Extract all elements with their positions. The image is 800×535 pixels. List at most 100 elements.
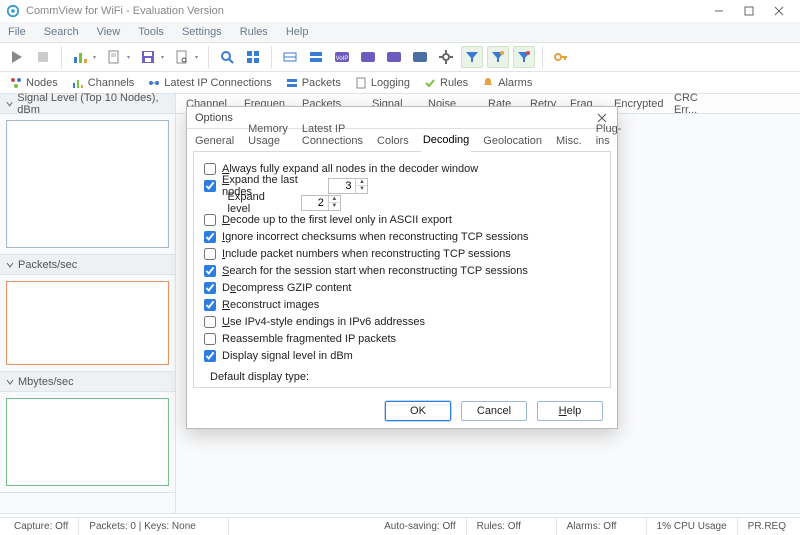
bars-icon[interactable]: [69, 46, 91, 68]
toolbar: ▾ ▾ ▾ ▾ VoIP: [0, 42, 800, 72]
filter3-icon[interactable]: [513, 46, 535, 68]
menu-bar: File Search View Tools Settings Rules He…: [0, 22, 800, 42]
status-alarms: Alarms: Off: [557, 518, 647, 535]
help-button[interactable]: Help: [537, 401, 603, 421]
spinner-down-icon[interactable]: ▼: [329, 203, 340, 210]
dialog-body: Always fully expand all nodes in the dec…: [193, 151, 611, 388]
dlg-tab-misc[interactable]: Misc.: [554, 132, 584, 151]
grid-icon[interactable]: [242, 46, 264, 68]
magnifier-icon[interactable]: [216, 46, 238, 68]
connections-icon: [148, 77, 160, 89]
options-dialog: Options General Memory Usage Latest IP C…: [186, 106, 618, 429]
close-button[interactable]: [764, 1, 794, 21]
lbl-search-session-start: Search for the session start when recons…: [222, 265, 528, 277]
tab-alarms[interactable]: Alarms: [476, 75, 538, 91]
chk-ignore-checksums[interactable]: [204, 231, 216, 243]
packets-icon[interactable]: [305, 46, 327, 68]
status-bar: Capture: Off Packets: 0 | Keys: None Aut…: [0, 517, 800, 535]
status-packets: Packets: 0 | Keys: None: [79, 518, 229, 535]
play-icon[interactable]: [6, 46, 28, 68]
chk-search-session-start[interactable]: [204, 265, 216, 277]
panel-mbytes-header[interactable]: Mbytes/sec: [0, 372, 175, 392]
menu-search[interactable]: Search: [44, 26, 79, 38]
chevron-down-icon: [6, 378, 14, 386]
menu-help[interactable]: Help: [286, 26, 309, 38]
lbl-ignore-checksums: Ignore incorrect checksums when reconstr…: [222, 231, 529, 243]
spinner-up-icon[interactable]: ▲: [329, 196, 340, 204]
voip-badge-icon[interactable]: VoIP: [331, 46, 353, 68]
chk-reassemble-ip[interactable]: [204, 333, 216, 345]
cancel-button[interactable]: Cancel: [461, 401, 527, 421]
tab-channels[interactable]: Channels: [66, 75, 140, 91]
spinner-down-icon[interactable]: ▼: [356, 186, 367, 193]
chk-reconstruct-images[interactable]: [204, 299, 216, 311]
maximize-button[interactable]: [734, 1, 764, 21]
reconstruct-icon[interactable]: [279, 46, 301, 68]
dlg-tab-latestip[interactable]: Latest IP Connections: [300, 120, 365, 151]
spinner-up-icon[interactable]: ▲: [356, 179, 367, 187]
filter2-icon[interactable]: [487, 46, 509, 68]
lbl-expand-level: Expand level: [228, 191, 289, 215]
lbl-decompress-gzip: Decompress GZIP content: [222, 282, 351, 294]
window-title: CommView for WiFi - Evaluation Version: [26, 5, 704, 17]
key-icon[interactable]: [550, 46, 572, 68]
chk-decompress-gzip[interactable]: [204, 282, 216, 294]
packets-chart: [6, 281, 169, 365]
tab-rules[interactable]: Rules: [418, 75, 474, 91]
mac-badge-icon[interactable]: [383, 46, 405, 68]
panel-packets-header[interactable]: Packets/sec: [0, 255, 175, 275]
dlg-tab-general[interactable]: General: [193, 132, 236, 151]
tab-latest-ip[interactable]: Latest IP Connections: [142, 75, 277, 91]
menu-rules[interactable]: Rules: [240, 26, 268, 38]
chk-include-packet-numbers[interactable]: [204, 248, 216, 260]
menu-file[interactable]: File: [8, 26, 26, 38]
stop-icon[interactable]: [32, 46, 54, 68]
gear-icon[interactable]: [435, 46, 457, 68]
ok-button[interactable]: OK: [385, 401, 451, 421]
filter1-icon[interactable]: [461, 46, 483, 68]
minimize-button[interactable]: [704, 1, 734, 21]
status-prreq: PR.REQ: [738, 518, 796, 535]
chk-ipv4-endings[interactable]: [204, 316, 216, 328]
num-expand-level[interactable]: ▲▼: [301, 195, 341, 211]
dlg-tab-plugins[interactable]: Plug-ins: [594, 120, 624, 151]
chevron-down-icon[interactable]: ▾: [93, 54, 99, 61]
menu-tools[interactable]: Tools: [138, 26, 164, 38]
panel-signal: Signal Level (Top 10 Nodes), dBm: [0, 94, 175, 255]
chk-display-dbm[interactable]: [204, 350, 216, 362]
dlg-tab-colors[interactable]: Colors: [375, 132, 411, 151]
lbl-include-packet-numbers: Include packet numbers when reconstructi…: [222, 248, 511, 260]
rules-icon: [424, 77, 436, 89]
status-autosave: Auto-saving: Off: [374, 518, 467, 535]
tab-packets[interactable]: Packets: [280, 75, 347, 91]
dlg-tab-memory[interactable]: Memory Usage: [246, 120, 290, 151]
col-crc[interactable]: CRC Err...: [668, 92, 726, 116]
chevron-down-icon: [6, 100, 13, 108]
num-expand-last-input[interactable]: [329, 180, 355, 192]
log-badge-icon[interactable]: [357, 46, 379, 68]
channels-icon: [72, 77, 84, 89]
chevron-down-icon[interactable]: ▾: [161, 54, 167, 61]
lbl-reconstruct-images: Reconstruct images: [222, 299, 319, 311]
num-expand-last[interactable]: ▲▼: [328, 178, 368, 194]
menu-settings[interactable]: Settings: [182, 26, 222, 38]
status-cpu: 1% CPU Usage: [647, 518, 738, 535]
tab-logging[interactable]: Logging: [349, 75, 416, 91]
save-icon[interactable]: [137, 46, 159, 68]
chk-decode-ascii[interactable]: [204, 214, 216, 226]
dlg-tab-decoding[interactable]: Decoding: [421, 131, 471, 152]
menu-view[interactable]: View: [97, 26, 121, 38]
chevron-down-icon: [6, 261, 14, 269]
panel-signal-header[interactable]: Signal Level (Top 10 Nodes), dBm: [0, 94, 175, 114]
document-icon[interactable]: [103, 46, 125, 68]
chk-expand-last[interactable]: [204, 180, 216, 192]
chk-always-expand[interactable]: [204, 163, 216, 175]
svg-text:VoIP: VoIP: [336, 56, 349, 62]
chevron-down-icon[interactable]: ▾: [195, 54, 201, 61]
search-doc-icon[interactable]: [171, 46, 193, 68]
ip-badge-icon[interactable]: [409, 46, 431, 68]
tab-nodes[interactable]: Nodes: [4, 75, 64, 91]
chevron-down-icon[interactable]: ▾: [127, 54, 133, 61]
num-expand-level-input[interactable]: [302, 197, 328, 209]
dlg-tab-geolocation[interactable]: Geolocation: [481, 132, 544, 151]
